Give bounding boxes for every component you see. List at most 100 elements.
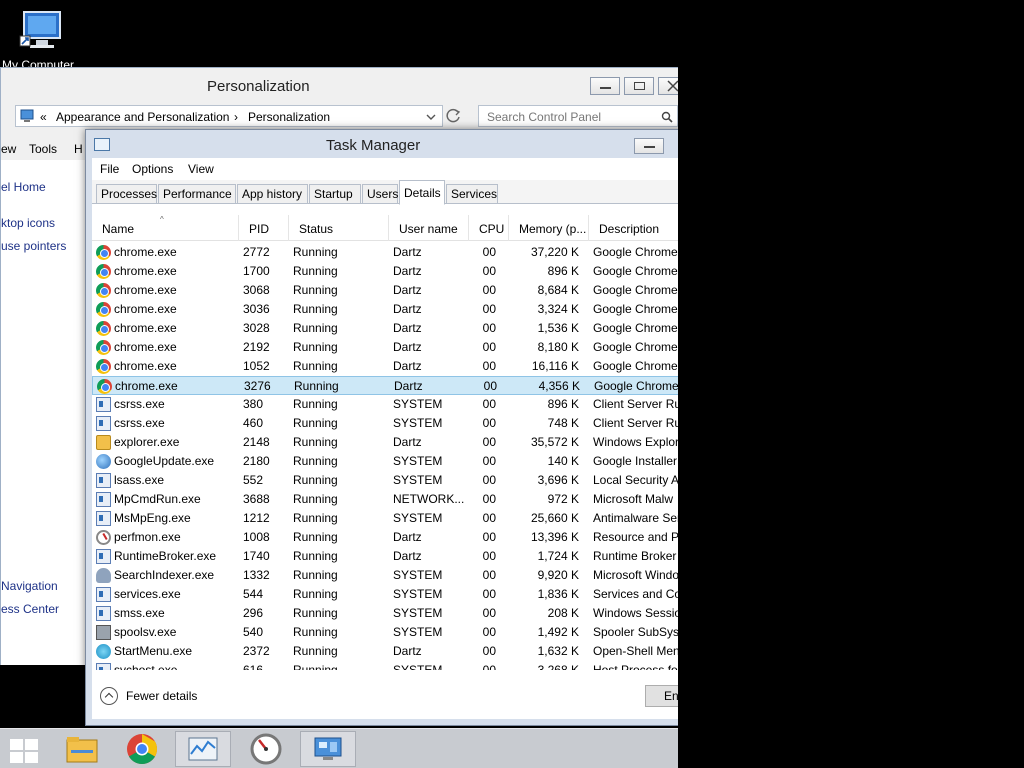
taskbar-perfmon[interactable]: [238, 731, 294, 767]
cell-desc: Host Process for: [593, 663, 678, 670]
menu-file[interactable]: File: [100, 162, 119, 176]
cell-pid: 2148: [243, 435, 270, 449]
sidebar-link-navigation[interactable]: Navigation: [1, 579, 58, 593]
maximize-button[interactable]: [624, 77, 654, 95]
table-row[interactable]: MpCmdRun.exe 3688 Running NETWORK... 00 972 K…: [92, 490, 678, 509]
tab-details[interactable]: Details: [399, 180, 445, 205]
start-button[interactable]: [0, 731, 50, 767]
taskbar-control-panel[interactable]: [300, 731, 356, 767]
tab-services[interactable]: Services: [446, 184, 498, 204]
cell-user: SYSTEM: [393, 397, 443, 411]
search-input[interactable]: Search Control Panel: [478, 105, 678, 127]
cell-user: Dartz: [393, 245, 422, 259]
close-button[interactable]: [658, 77, 678, 95]
tab-users[interactable]: Users: [362, 184, 398, 204]
table-row[interactable]: chrome.exe 1052 Running Dartz 00 16,116 K Goog…: [92, 357, 678, 376]
menu-options[interactable]: Options: [132, 162, 173, 176]
table-row[interactable]: csrss.exe 380 Running SYSTEM 00 896 K Client S…: [92, 395, 678, 414]
table-row[interactable]: chrome.exe 3028 Running Dartz 00 1,536 K Googl…: [92, 319, 678, 338]
breadcrumb-personalization[interactable]: Personalization: [248, 110, 330, 124]
cell-status: Running: [293, 473, 338, 487]
chevron-down-icon[interactable]: [426, 112, 436, 122]
win-process-icon: [96, 663, 111, 670]
perfmon-icon: [250, 733, 282, 765]
table-row[interactable]: explorer.exe 2148 Running Dartz 00 35,572 K Wi…: [92, 433, 678, 452]
column-header-description[interactable]: Description: [589, 215, 678, 241]
menu-tools[interactable]: Tools: [29, 142, 57, 156]
table-row[interactable]: lsass.exe 552 Running SYSTEM 00 3,696 K Local …: [92, 471, 678, 490]
cell-pid: 1212: [243, 511, 270, 525]
cell-user: Dartz: [393, 283, 422, 297]
table-row[interactable]: RuntimeBroker.exe 1740 Running Dartz 00 1,724…: [92, 547, 678, 566]
sidebar-link-mouse-pointers[interactable]: use pointers: [1, 239, 66, 253]
table-row[interactable]: GoogleUpdate.exe 2180 Running SYSTEM 00 140 K…: [92, 452, 678, 471]
taskbar-file-explorer[interactable]: [54, 731, 110, 767]
cell-status: Running: [293, 283, 338, 297]
task-manager-titlebar[interactable]: Task Manager: [86, 130, 678, 158]
tm-minimize-button[interactable]: [634, 138, 664, 154]
column-header-user-name[interactable]: User name: [389, 215, 469, 241]
close-icon: [667, 80, 678, 92]
window-title: Personalization: [207, 78, 310, 95]
tab-processes[interactable]: Processes: [96, 184, 157, 204]
table-row[interactable]: chrome.exe 3068 Running Dartz 00 8,684 K Googl…: [92, 281, 678, 300]
cell-desc: Google Chrome: [593, 340, 678, 354]
end-task-button[interactable]: End task: [645, 685, 678, 707]
cell-desc: Spooler SubSyst: [593, 625, 678, 639]
table-row[interactable]: chrome.exe 2192 Running Dartz 00 8,180 K Googl…: [92, 338, 678, 357]
column-header-pid[interactable]: PID: [239, 215, 289, 241]
desktop-icon-my-computer[interactable]: My Computer: [2, 8, 80, 72]
fewer-details-link[interactable]: Fewer details: [126, 689, 197, 703]
menu-view[interactable]: View: [188, 162, 214, 176]
process-table: ^ Name PID Status User name CPU Memory (…: [92, 215, 678, 670]
tab-startup[interactable]: Startup: [309, 184, 361, 204]
table-row[interactable]: StartMenu.exe 2372 Running Dartz 00 1,632 K Op…: [92, 642, 678, 661]
globe-process-icon: [96, 454, 111, 469]
table-row[interactable]: perfmon.exe 1008 Running Dartz 00 13,396 K Res…: [92, 528, 678, 547]
cell-pid: 1332: [243, 568, 270, 582]
tab-performance[interactable]: Performance: [158, 184, 236, 204]
table-row[interactable]: smss.exe 296 Running SYSTEM 00 208 K Windows S…: [92, 604, 678, 623]
sidebar-link-desktop-icons[interactable]: ktop icons: [1, 216, 55, 230]
win-process-icon: [96, 397, 111, 412]
column-header-cpu[interactable]: CPU: [469, 215, 509, 241]
chevron-up-circle-icon[interactable]: [100, 687, 118, 705]
taskbar-resource-monitor[interactable]: [175, 731, 231, 767]
table-row[interactable]: services.exe 544 Running SYSTEM 00 1,836 K Ser…: [92, 585, 678, 604]
cell-pid: 616: [243, 663, 264, 670]
cell-name: SearchIndexer.exe: [114, 568, 215, 582]
control-panel-sidebar: el Home ktop icons use pointers Navigati…: [1, 160, 89, 665]
breadcrumb-prefix[interactable]: «: [40, 110, 47, 124]
sidebar-link-ease-center[interactable]: ess Center: [1, 602, 59, 616]
cell-status: Running: [293, 245, 338, 259]
menu-help[interactable]: H: [74, 142, 83, 156]
table-row[interactable]: csrss.exe 460 Running SYSTEM 00 748 K Client S…: [92, 414, 678, 433]
table-row[interactable]: chrome.exe 2772 Running Dartz 00 37,220 K Goog…: [92, 243, 678, 262]
cell-pid: 3036: [243, 302, 270, 316]
table-row[interactable]: svchost.exe 616 Running SYSTEM 00 3,268 K Host…: [92, 661, 678, 670]
table-row[interactable]: SearchIndexer.exe 1332 Running SYSTEM 00 9,92…: [92, 566, 678, 585]
column-header-memory[interactable]: Memory (p...: [509, 215, 589, 241]
refresh-icon[interactable]: [446, 108, 462, 124]
win-process-icon: [96, 511, 111, 526]
user-process-icon: [96, 568, 111, 583]
control-panel-titlebar[interactable]: Personalization: [1, 68, 678, 104]
column-header-name[interactable]: Name: [92, 215, 239, 241]
minimize-button[interactable]: [590, 77, 620, 95]
address-bar[interactable]: « Appearance and Personalization › Perso…: [15, 105, 443, 127]
table-row[interactable]: spoolsv.exe 540 Running SYSTEM 00 1,492 K Spoo…: [92, 623, 678, 642]
table-row[interactable]: MsMpEng.exe 1212 Running SYSTEM 00 25,660 K An…: [92, 509, 678, 528]
sidebar-link-home[interactable]: el Home: [1, 180, 46, 194]
search-icon[interactable]: [661, 111, 673, 123]
table-row[interactable]: chrome.exe 3276 Running Dartz 00 4,356 K Googl…: [92, 376, 678, 395]
column-header-status[interactable]: Status: [289, 215, 389, 241]
breadcrumb-appearance[interactable]: Appearance and Personalization: [56, 110, 229, 124]
table-row[interactable]: chrome.exe 1700 Running Dartz 00 896 K Google …: [92, 262, 678, 281]
tab-app-history[interactable]: App history: [237, 184, 308, 204]
table-row[interactable]: chrome.exe 3036 Running Dartz 00 3,324 K Googl…: [92, 300, 678, 319]
cell-name: MsMpEng.exe: [114, 511, 191, 525]
win-process-icon: [96, 473, 111, 488]
menu-view[interactable]: ew: [1, 142, 16, 156]
task-manager-footer: Fewer details End task: [92, 675, 678, 719]
taskbar-chrome[interactable]: [114, 731, 170, 767]
